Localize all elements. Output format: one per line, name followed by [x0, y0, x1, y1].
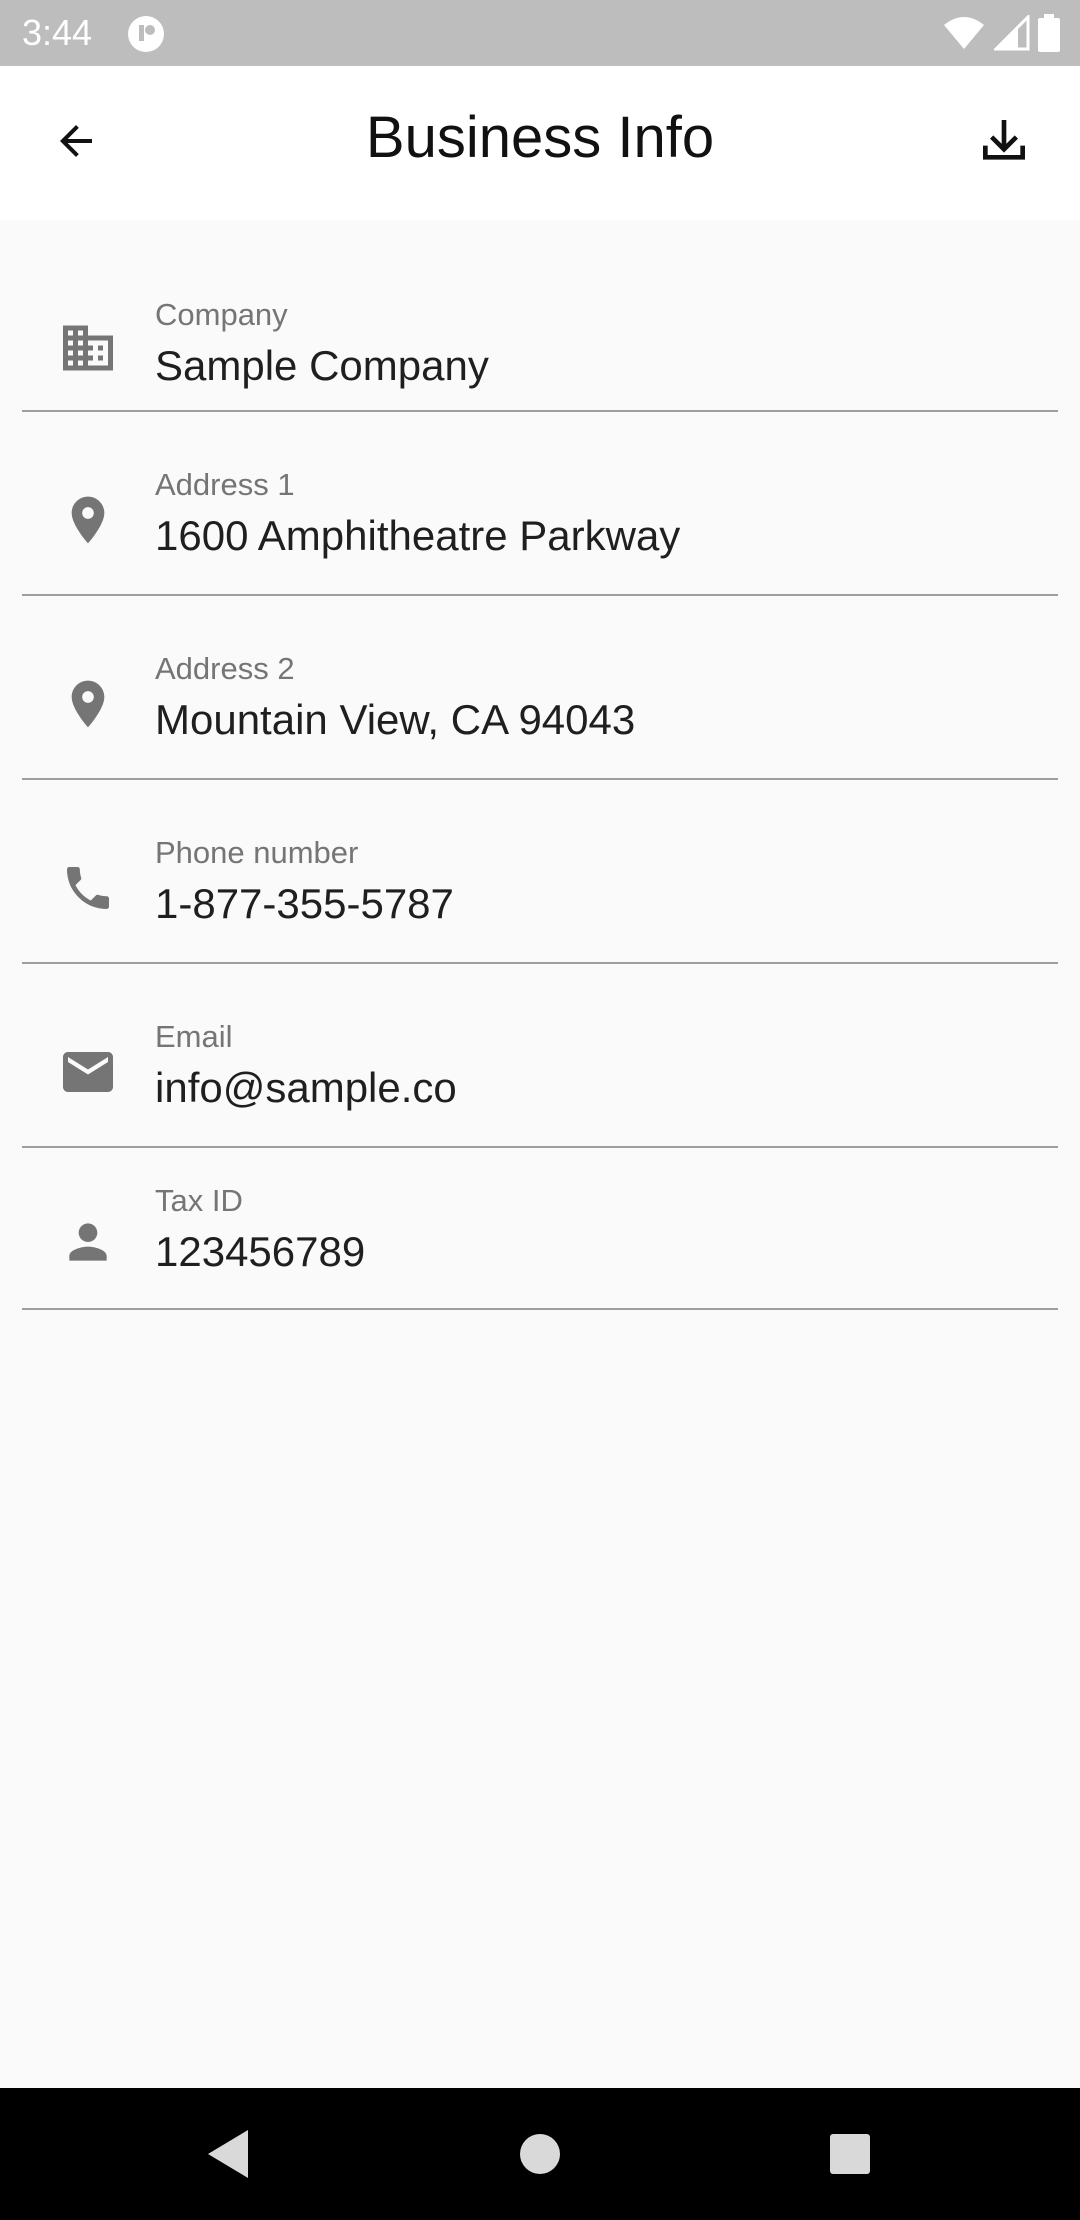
battery-icon: [1038, 14, 1060, 57]
nav-recents-button[interactable]: [818, 2124, 882, 2188]
system-nav-bar: [0, 2088, 1080, 2220]
field-label: Email: [155, 1019, 233, 1054]
signal-icon: [992, 13, 1030, 56]
address-1-field[interactable]: Address 1 1600 Amphitheatre Parkway: [0, 412, 1080, 596]
status-bar: 3:44: [0, 0, 1080, 66]
field-value: Sample Company: [155, 342, 489, 389]
field-label: Company: [155, 297, 288, 332]
field-label: Phone number: [155, 835, 359, 870]
app-bar: Business Info: [0, 66, 1080, 220]
home-circle-icon: [518, 2132, 562, 2181]
company-field[interactable]: Company Sample Company: [0, 220, 1080, 412]
phone-icon: [54, 854, 122, 922]
app-notification-icon: [126, 14, 166, 54]
business-icon: [54, 314, 122, 382]
phone-field[interactable]: Phone number 1-877-355-5787: [0, 780, 1080, 964]
person-icon: [54, 1208, 122, 1276]
field-label: Address 1: [155, 467, 295, 502]
field-value: 123456789: [155, 1228, 366, 1275]
tax-id-field[interactable]: Tax ID 123456789: [0, 1148, 1080, 1310]
nav-home-button[interactable]: [508, 2124, 572, 2188]
divider: [22, 1308, 1058, 1310]
field-label: Address 2: [155, 651, 295, 686]
email-field[interactable]: Email info@sample.co: [0, 964, 1080, 1148]
location-pin-icon: [54, 670, 122, 738]
location-pin-icon: [54, 486, 122, 554]
back-triangle-icon: [204, 2128, 252, 2185]
address-2-field[interactable]: Address 2 Mountain View, CA 94043: [0, 596, 1080, 780]
status-time: 3:44: [22, 12, 93, 53]
field-value: Mountain View, CA 94043: [155, 696, 636, 743]
recents-square-icon: [828, 2132, 872, 2181]
field-value: 1-877-355-5787: [155, 880, 454, 927]
wifi-icon: [942, 15, 986, 56]
email-icon: [54, 1038, 122, 1106]
business-info-list: Company Sample Company Address 1 1600 Am…: [0, 220, 1080, 1310]
field-value: info@sample.co: [155, 1064, 457, 1111]
download-icon: [976, 113, 1032, 174]
download-button[interactable]: [964, 111, 1044, 175]
nav-back-button[interactable]: [196, 2124, 260, 2188]
field-value: 1600 Amphitheatre Parkway: [155, 512, 681, 559]
field-label: Tax ID: [155, 1183, 243, 1218]
page-title: Business Info: [365, 105, 715, 170]
